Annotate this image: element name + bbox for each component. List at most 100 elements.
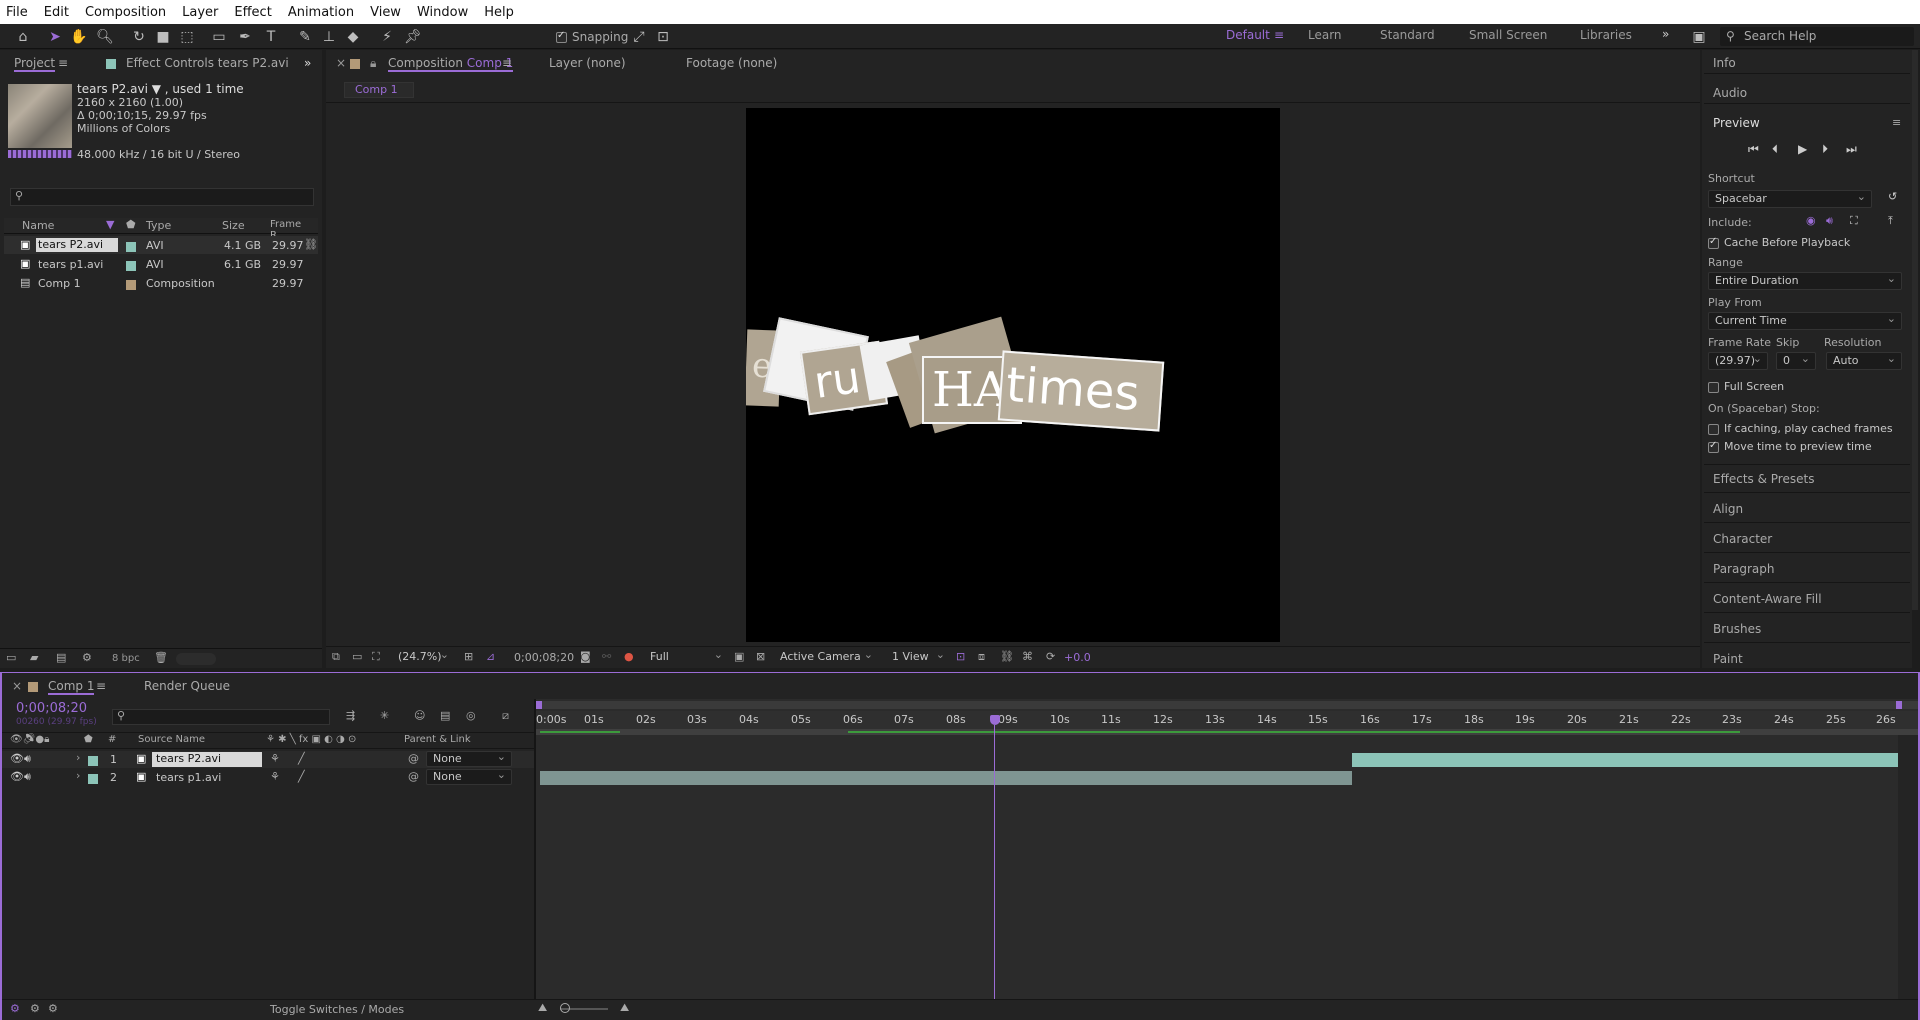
workspace-menu-icon[interactable]: ≡ bbox=[1274, 28, 1284, 42]
hand-tool-icon[interactable]: ✋ bbox=[70, 28, 88, 46]
pick-whip-icon[interactable]: @ bbox=[408, 770, 419, 783]
composition-menu-icon[interactable]: ≡ bbox=[502, 56, 512, 70]
col-name[interactable]: Name bbox=[22, 219, 54, 232]
clone-stamp-tool-icon[interactable]: ⊥ bbox=[320, 28, 338, 46]
paragraph-panel-header[interactable]: Paragraph bbox=[1713, 562, 1774, 576]
flowchart-icon[interactable]: ⛓ bbox=[1000, 650, 1014, 663]
last-frame-icon[interactable]: ⏭ bbox=[1846, 142, 1857, 157]
quality-dropdown[interactable]: Full bbox=[644, 647, 728, 667]
work-area-end-handle[interactable] bbox=[1896, 701, 1902, 709]
comp-breadcrumb[interactable]: Comp 1 bbox=[344, 82, 414, 98]
label-tag-icon[interactable]: ⬟ bbox=[126, 218, 136, 231]
home-icon[interactable]: ⌂ bbox=[14, 28, 32, 46]
project-search-input[interactable]: ⚲ bbox=[10, 188, 314, 206]
include-video-icon[interactable]: ◉ bbox=[1806, 214, 1816, 227]
export-icon[interactable]: ⤒ bbox=[1888, 214, 1893, 228]
tab-render-queue[interactable]: Render Queue bbox=[144, 679, 230, 693]
workspace-libraries[interactable]: Libraries bbox=[1580, 28, 1632, 42]
toggle-pixel-aspect-icon[interactable]: ⊡ bbox=[956, 650, 965, 663]
layer-name[interactable]: tears p1.avi bbox=[156, 771, 221, 784]
timeline-graph-area[interactable] bbox=[536, 699, 1918, 999]
range-dropdown[interactable]: Entire Duration bbox=[1708, 271, 1902, 290]
graph-editor-icon[interactable]: ⧄ bbox=[502, 709, 509, 723]
tab-layer[interactable]: Layer (none) bbox=[549, 56, 626, 70]
zoom-in-icon[interactable]: ⛰ bbox=[620, 1001, 629, 1015]
tab-project[interactable]: Project bbox=[14, 56, 56, 72]
always-preview-icon[interactable]: ⧉ bbox=[332, 650, 340, 664]
timeline-menu-icon[interactable]: ≡ bbox=[96, 679, 106, 693]
work-area-start-handle[interactable] bbox=[536, 701, 542, 709]
new-composition-icon[interactable]: ▤ bbox=[56, 651, 66, 664]
zoom-tool-icon[interactable]: 🔍︎ bbox=[96, 28, 114, 46]
snapping-toggle[interactable]: Snapping bbox=[556, 30, 628, 44]
timeline-icon[interactable]: ⌘ bbox=[1022, 650, 1033, 663]
play-from-dropdown[interactable]: Current Time bbox=[1708, 311, 1902, 330]
if-caching-option[interactable]: If caching, play cached frames bbox=[1708, 422, 1893, 440]
menu-edit[interactable]: Edit bbox=[44, 5, 69, 20]
timeline-timecode[interactable]: 0;00;08;20 bbox=[16, 701, 87, 716]
channel-icon[interactable]: ● bbox=[624, 650, 634, 663]
eraser-tool-icon[interactable]: ◆ bbox=[344, 28, 362, 46]
zoom-out-icon[interactable]: ⛰ bbox=[538, 1001, 547, 1015]
full-screen-option[interactable]: Full Screen bbox=[1708, 380, 1784, 398]
col-parent-link[interactable]: Parent & Link bbox=[404, 734, 471, 745]
view-layout-dropdown[interactable]: 1 View bbox=[886, 647, 950, 667]
full-screen-checkbox[interactable] bbox=[1708, 381, 1719, 393]
expand-arrow-icon[interactable]: › bbox=[76, 769, 80, 782]
layer-name[interactable]: tears P2.avi bbox=[152, 752, 262, 767]
camera-dropdown[interactable]: Active Camera bbox=[774, 647, 878, 667]
brushes-panel-header[interactable]: Brushes bbox=[1713, 622, 1761, 636]
col-size[interactable]: Size bbox=[222, 219, 245, 232]
layer-bar-1[interactable] bbox=[1352, 753, 1898, 767]
draft-3d-icon[interactable]: ⧈ bbox=[978, 650, 985, 664]
shy-switch-icon[interactable]: ⚘ bbox=[270, 770, 280, 783]
cache-checkbox[interactable] bbox=[1708, 236, 1719, 249]
preview-menu-icon[interactable]: ≡ bbox=[1892, 116, 1901, 129]
workspace-learn[interactable]: Learn bbox=[1308, 28, 1342, 42]
row-label-swatch[interactable] bbox=[126, 259, 136, 272]
close-tab-icon[interactable]: × bbox=[336, 56, 346, 70]
project-menu-icon[interactable]: ≡ bbox=[58, 56, 68, 70]
table-row[interactable]: 👁︎ 🔊︎ › 1 ▣ tears P2.avi ⚘ ╱ @ None bbox=[2, 750, 534, 768]
search-help-input[interactable]: ⚲ Search Help bbox=[1720, 27, 1914, 46]
motion-blur-icon[interactable]: ◎ bbox=[466, 709, 476, 722]
table-row[interactable]: ▣ tears P2.avi AVI 4.1 GB 29.97 ⛓ bbox=[4, 236, 318, 254]
shortcut-dropdown[interactable]: Spacebar bbox=[1708, 189, 1872, 208]
frame-rate-dropdown[interactable]: (29.97) bbox=[1708, 351, 1768, 370]
menu-view[interactable]: View bbox=[370, 5, 401, 20]
thumbnail-slider[interactable] bbox=[176, 653, 216, 665]
comp-mini-flowchart-icon[interactable]: ⇶ bbox=[346, 709, 355, 722]
snapping-checkbox[interactable] bbox=[556, 30, 567, 43]
parent-dropdown[interactable]: None bbox=[426, 768, 512, 785]
composition-canvas[interactable]: e ru HA times bbox=[746, 108, 1280, 642]
menu-animation[interactable]: Animation bbox=[288, 5, 354, 20]
reset-exposure-icon[interactable]: ⟳ bbox=[1046, 650, 1055, 663]
first-frame-icon[interactable]: ⏮ bbox=[1748, 142, 1759, 157]
interpret-footage-icon[interactable]: ▭ bbox=[6, 651, 16, 664]
include-audio-icon[interactable]: 🔊︎ bbox=[1826, 214, 1833, 228]
workspace-toggle-icon[interactable]: ▣ bbox=[1690, 28, 1708, 46]
tab-effect-controls[interactable]: Effect Controls tears P2.avi bbox=[126, 56, 289, 70]
pan-behind-tool-icon[interactable]: ⬚ bbox=[178, 28, 196, 46]
timeline-zoom-thumb[interactable] bbox=[560, 1003, 570, 1013]
snap-grid-icon[interactable]: ⊡ bbox=[654, 28, 672, 46]
menu-composition[interactable]: Composition bbox=[85, 5, 166, 20]
frame-blending-icon[interactable]: ▤ bbox=[440, 709, 450, 722]
parent-dropdown[interactable]: None bbox=[426, 750, 512, 767]
reset-shortcut-icon[interactable]: ↺ bbox=[1888, 190, 1897, 203]
new-folder-icon[interactable]: ▰ bbox=[30, 651, 38, 664]
layer-label-swatch[interactable] bbox=[88, 772, 98, 785]
workspace-standard[interactable]: Standard bbox=[1380, 28, 1435, 42]
toggle-switches-modes[interactable]: Toggle Switches / Modes bbox=[270, 1003, 404, 1016]
label-tag-icon[interactable]: ⬟ bbox=[84, 734, 93, 745]
current-time-readout[interactable]: 0;00;08;20 bbox=[514, 651, 574, 664]
paint-panel-header[interactable]: Paint bbox=[1713, 652, 1743, 666]
move-time-option[interactable]: Move time to preview time bbox=[1708, 440, 1872, 458]
draft-3d-icon[interactable]: ✳ bbox=[380, 709, 389, 722]
close-tab-icon[interactable]: × bbox=[12, 679, 22, 693]
resolution-dropdown[interactable]: Auto bbox=[1826, 351, 1902, 370]
timeline-search-input[interactable]: ⚲ bbox=[112, 709, 330, 725]
puppet-tool-icon[interactable]: 📌︎ bbox=[404, 28, 422, 46]
workspace-small-screen[interactable]: Small Screen bbox=[1469, 28, 1547, 42]
content-aware-fill-panel-header[interactable]: Content-Aware Fill bbox=[1713, 592, 1822, 606]
